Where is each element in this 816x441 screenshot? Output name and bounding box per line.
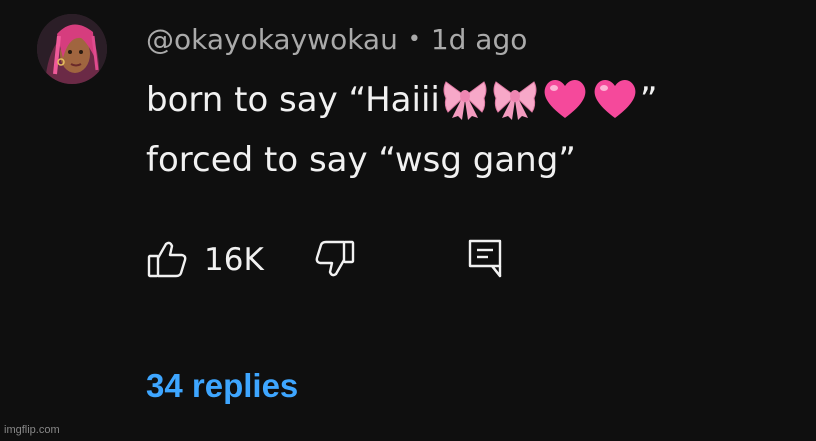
- author-name[interactable]: @okayokaywokau: [146, 23, 398, 56]
- comment-text-line-2: forced to say “wsg gang”: [146, 140, 576, 180]
- watermark: imgflip.com: [4, 424, 60, 436]
- ribbon-emoji-icon: [490, 76, 540, 120]
- comment-timestamp[interactable]: 1d ago: [431, 23, 528, 56]
- thumbs-up-icon[interactable]: [146, 238, 192, 284]
- comment-text-prefix: born to say “Haiii: [146, 80, 440, 120]
- comment-icon[interactable]: [464, 236, 510, 282]
- comment-text-suffix: ”: [639, 80, 658, 120]
- comment-meta: @okayokaywokau • 1d ago: [146, 20, 527, 63]
- meta-separator: •: [407, 27, 421, 52]
- avatar[interactable]: [37, 14, 107, 84]
- pink-heart-emoji-icon: [540, 76, 590, 120]
- view-replies-button[interactable]: 34 replies: [146, 362, 298, 410]
- pink-heart-emoji-icon: [590, 76, 640, 120]
- thumbs-down-icon[interactable]: [314, 236, 360, 282]
- like-count: 16K: [204, 242, 264, 278]
- comment-card: @okayokaywokau • 1d ago born to say “Haiii: [0, 0, 816, 441]
- ribbon-emoji-icon: [440, 76, 490, 120]
- comment-text-line-1: born to say “Haiii ”: [146, 78, 657, 122]
